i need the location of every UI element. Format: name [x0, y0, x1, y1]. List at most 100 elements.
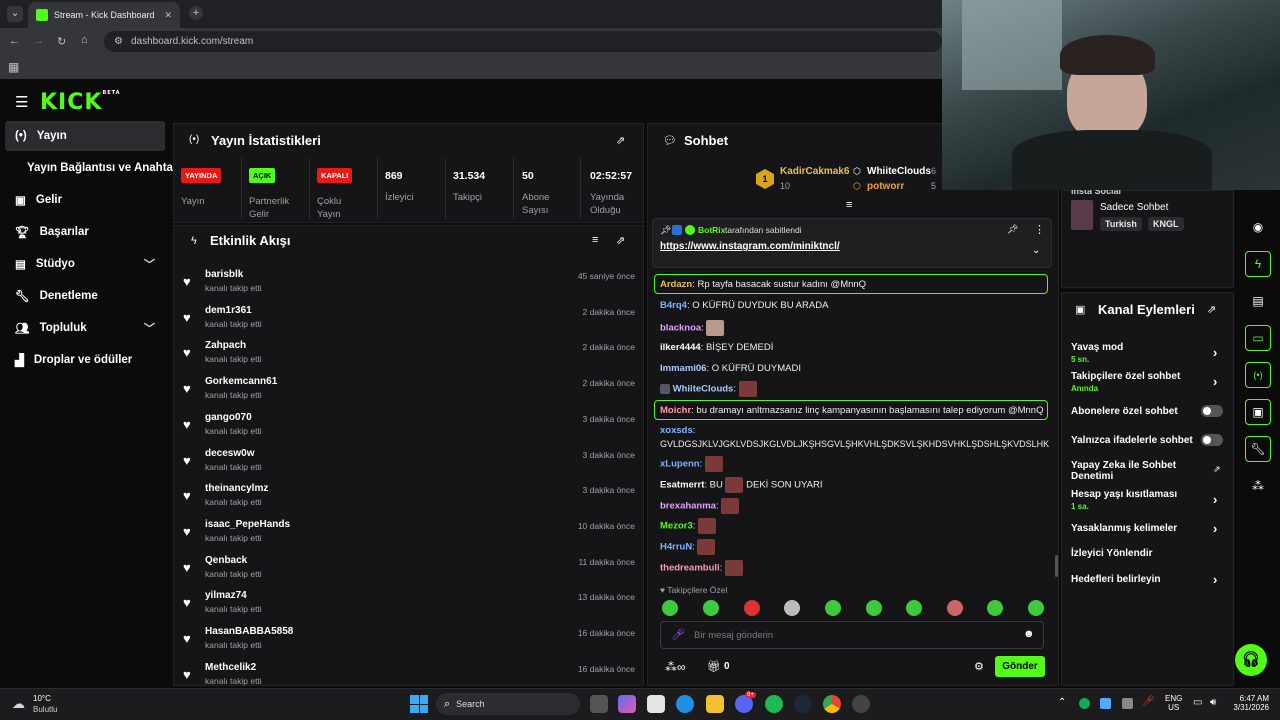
microphone-icon[interactable]: 🎤︎: [671, 628, 685, 641]
popout-icon[interactable]: ⇗: [616, 134, 625, 147]
chat-username[interactable]: thedreambuli: [660, 563, 720, 574]
chevron-right-icon[interactable]: ›: [1213, 345, 1217, 360]
stream-tag[interactable]: Turkish: [1100, 217, 1142, 231]
chat-username[interactable]: Ardazn: [660, 279, 692, 290]
back-arrow-icon[interactable]: ←: [9, 35, 20, 47]
windows-start-icon[interactable]: [410, 695, 428, 713]
taskbar-search[interactable]: ⌕ Search: [436, 693, 580, 715]
collapse-icon[interactable]: ≡: [846, 199, 852, 211]
follower-name[interactable]: Gorkemcann61: [205, 376, 277, 387]
chat-username[interactable]: Immami06: [660, 363, 706, 374]
follower-name[interactable]: Zahpach: [205, 340, 246, 351]
list-item[interactable]: ♥ Qenback kanalı takip etti 11 dakika önce: [183, 555, 635, 590]
apps-grid-icon[interactable]: ▦: [8, 60, 19, 74]
list-item[interactable]: ♥ yilmaz74 kanalı takip etti 13 dakika önce: [183, 590, 635, 625]
unpin-icon[interactable]: 📌︎: [1007, 224, 1018, 235]
tray-app-icon[interactable]: [1122, 698, 1133, 709]
emote-icon[interactable]: [662, 600, 678, 616]
emote-only-toggle[interactable]: [1201, 434, 1223, 446]
sidebar-item-denetleme[interactable]: 🔧︎ Denetleme: [5, 281, 165, 311]
chat-username[interactable]: Moichr: [660, 405, 691, 416]
action-slow-mode[interactable]: Yavaş mod 5 sn.: [1071, 342, 1225, 364]
store-icon[interactable]: [647, 695, 665, 713]
gear-icon[interactable]: ⚙: [974, 660, 984, 673]
file-explorer-icon[interactable]: [706, 695, 724, 713]
weather-temp[interactable]: 10°C: [33, 694, 51, 703]
camera-icon[interactable]: ◉: [1245, 214, 1271, 240]
list-item[interactable]: ♥ Gorkemcann61 kanalı takip etti 2 dakika ö…: [183, 376, 635, 411]
microphone-icon[interactable]: 🎤︎: [1142, 696, 1155, 707]
chat-username[interactable]: xLupenn: [660, 459, 700, 470]
top-gifter-3[interactable]: potworr: [867, 181, 904, 192]
chat-username[interactable]: ilker4444: [660, 342, 701, 353]
action-ai-moderation[interactable]: Yapay Zeka ile Sohbet Denetimi: [1071, 460, 1201, 482]
gift-box-icon[interactable]: 🎁︎: [707, 660, 721, 673]
action-account-age[interactable]: Hesap yaşı kısıtlaması 1 sa.: [1071, 489, 1225, 511]
action-followers-only[interactable]: Takipçilere özel sohbet Anında: [1071, 371, 1225, 393]
follower-name[interactable]: barisblk: [205, 269, 243, 280]
popout-icon[interactable]: ⇗: [616, 234, 625, 247]
follower-name[interactable]: Methcelik2: [205, 662, 256, 673]
emote-icon[interactable]: [947, 600, 963, 616]
kick-points-icon[interactable]: ⁂∞: [665, 660, 686, 674]
emote-icon[interactable]: [825, 600, 841, 616]
list-item[interactable]: ♥ dem1r361 kanalı takip etti 2 dakika önce: [183, 305, 635, 340]
list-item[interactable]: ♥ HasanBABBA5858 kanalı takip etti 16 dakik…: [183, 626, 635, 661]
emote-icon[interactable]: [906, 600, 922, 616]
chat-username[interactable]: WhiiteClouds: [673, 384, 734, 395]
emote-icon[interactable]: [744, 600, 760, 616]
new-tab-icon[interactable]: +: [189, 6, 203, 20]
tab-list-icon[interactable]: ⌄: [7, 6, 23, 22]
volume-icon[interactable]: 🔊︎: [1210, 697, 1216, 708]
filter-icon[interactable]: ≡: [592, 234, 598, 246]
follower-name[interactable]: gango070: [205, 412, 252, 423]
browser-tab[interactable]: Stream - Kick Dashboard ✕: [28, 2, 180, 28]
support-headset-icon[interactable]: 🎧︎: [1235, 644, 1267, 676]
chat-username[interactable]: B4rq4: [660, 300, 687, 311]
top-gifter-2[interactable]: WhiiteClouds: [867, 166, 931, 177]
chat-username[interactable]: xoxsds: [660, 425, 693, 436]
sidebar-item-gelir[interactable]: ▣ Gelir: [5, 185, 165, 215]
chat-username[interactable]: brexahanma: [660, 501, 716, 512]
chevron-right-icon[interactable]: ›: [1213, 374, 1217, 389]
chevron-up-icon[interactable]: ⌃: [1058, 697, 1066, 708]
sidebar-item-yayin[interactable]: (•) Yayın: [5, 121, 165, 151]
spotify-icon[interactable]: [765, 695, 783, 713]
chrome-icon[interactable]: [823, 695, 841, 713]
more-options-icon[interactable]: ⋮: [1034, 223, 1045, 236]
sidebar-item-stream-key[interactable]: Yayın Bağlantısı ve Anahtarı: [5, 153, 181, 183]
list-item[interactable]: ♥ isaac_PepeHands kanalı takip etti 10 daki…: [183, 519, 635, 554]
follower-name[interactable]: decesw0w: [205, 448, 254, 459]
language-indicator[interactable]: ENG US: [1165, 694, 1182, 712]
list-item[interactable]: ♥ barisblk kanalı takip etti 45 saniye önce: [183, 269, 635, 304]
emote-icon[interactable]: [703, 600, 719, 616]
lightning-icon[interactable]: ϟ: [1245, 251, 1271, 277]
follower-name[interactable]: Qenback: [205, 555, 247, 566]
subs-only-toggle[interactable]: [1201, 405, 1223, 417]
action-set-goals[interactable]: Hedefleri belirleyin: [1071, 574, 1225, 585]
external-link-icon[interactable]: ⇗: [1213, 464, 1221, 475]
emoji-icon[interactable]: ☻: [1023, 628, 1035, 640]
chevron-right-icon[interactable]: ›: [1213, 521, 1217, 536]
kick-logo[interactable]: KICKBETA: [40, 90, 121, 115]
chat-username[interactable]: Mezor3: [660, 521, 693, 532]
emote-icon[interactable]: [987, 600, 1003, 616]
emote-icon[interactable]: [784, 600, 800, 616]
follower-name[interactable]: theinancylmz: [205, 483, 268, 494]
kick-points-icon[interactable]: ⁂: [1245, 473, 1271, 499]
action-banned-words[interactable]: Yasaklanmış kelimeler: [1071, 523, 1225, 534]
task-view-icon[interactable]: [590, 695, 608, 713]
network-icon[interactable]: ▭: [1193, 697, 1202, 708]
stream-tag[interactable]: KNGL: [1148, 217, 1184, 231]
chat-username[interactable]: Esatmerrt: [660, 480, 704, 491]
chevron-down-icon[interactable]: ⌄: [1032, 245, 1040, 256]
chat-input[interactable]: 🎤︎ Bir mesaj gönderin ☻: [660, 621, 1044, 649]
menu-icon[interactable]: ☰: [15, 93, 28, 111]
chat-username[interactable]: blacknoa: [660, 323, 701, 334]
list-item[interactable]: ♥ Zahpach kanalı takip etti 2 dakika önce: [183, 340, 635, 375]
edge-icon[interactable]: [676, 695, 694, 713]
list-item[interactable]: ♥ theinancylmz kanalı takip etti 3 dakika ö…: [183, 483, 635, 518]
follower-name[interactable]: HasanBABBA5858: [205, 626, 293, 637]
forward-arrow-icon[interactable]: →: [33, 35, 44, 47]
close-icon[interactable]: ✕: [164, 10, 172, 21]
